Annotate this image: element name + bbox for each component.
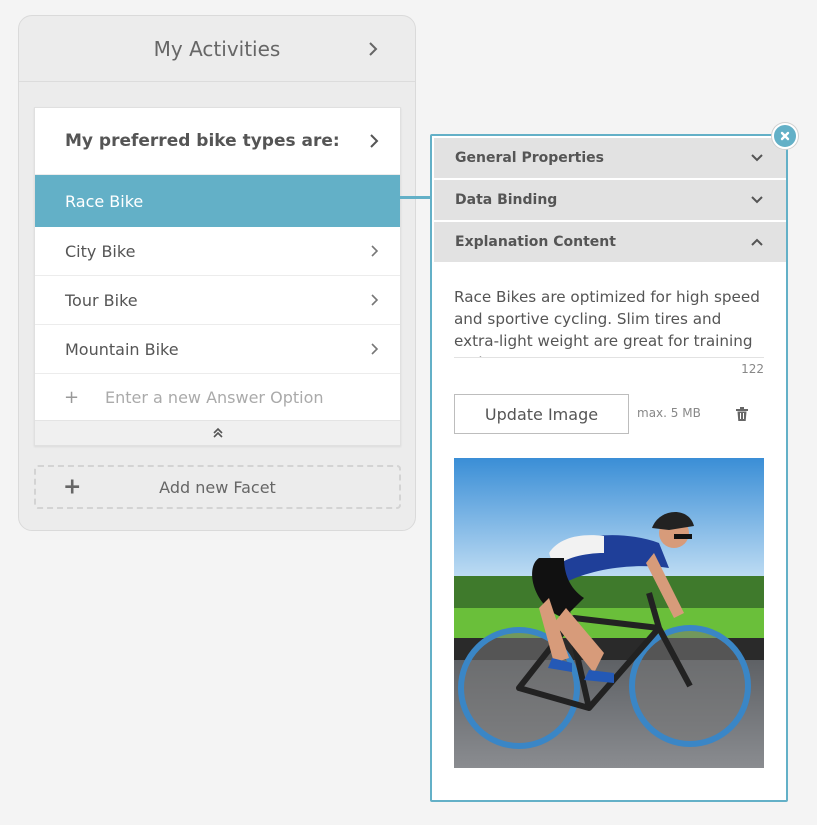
section-label: General Properties: [455, 150, 604, 166]
answer-option-label: Tour Bike: [65, 290, 138, 310]
double-chevron-up-icon: [212, 424, 224, 443]
answer-option-label: Race Bike: [65, 191, 144, 211]
activities-panel: My Activities My preferred bike types ar…: [18, 15, 416, 531]
section-general-properties[interactable]: General Properties: [434, 138, 786, 178]
activities-title: My Activities: [153, 36, 281, 61]
chevron-right-icon[interactable]: [368, 134, 380, 148]
section-label: Explanation Content: [455, 234, 616, 250]
add-facet-label: Add new Facet: [159, 477, 276, 497]
chevron-up-icon[interactable]: [750, 235, 764, 249]
answer-option-city-bike[interactable]: City Bike: [35, 227, 400, 276]
section-label: Data Binding: [455, 192, 558, 208]
close-button[interactable]: [772, 123, 798, 149]
answer-option-tour-bike[interactable]: Tour Bike: [35, 276, 400, 325]
chevron-down-icon[interactable]: [750, 151, 764, 165]
update-image-button[interactable]: Update Image: [454, 394, 629, 434]
section-explanation-content[interactable]: Explanation Content: [434, 222, 786, 262]
chevron-down-icon[interactable]: [750, 193, 764, 207]
section-data-binding[interactable]: Data Binding: [434, 180, 786, 220]
race-bike-image: [454, 458, 764, 768]
chevron-right-icon[interactable]: [368, 244, 380, 258]
plus-icon: +: [64, 386, 80, 408]
explanation-textarea[interactable]: Race Bikes are optimized for high speed …: [454, 286, 764, 358]
connector-line: [400, 196, 433, 199]
close-icon: [779, 127, 791, 146]
max-size-note: max. 5 MB: [637, 406, 701, 420]
chevron-right-icon[interactable]: [367, 41, 379, 56]
answer-option-race-bike[interactable]: Race Bike: [35, 175, 400, 227]
question-text: My preferred bike types are:: [65, 131, 340, 151]
collapse-button[interactable]: [35, 421, 400, 445]
answer-option-label: City Bike: [65, 241, 136, 261]
answer-option-label: Mountain Bike: [65, 339, 179, 359]
plus-icon: +: [63, 474, 82, 500]
chevron-right-icon[interactable]: [368, 293, 380, 307]
character-count: 122: [741, 362, 764, 376]
chevron-right-icon[interactable]: [368, 342, 380, 356]
new-answer-option-input[interactable]: + Enter a new Answer Option: [35, 374, 400, 421]
question-card: My preferred bike types are: Race Bike C…: [34, 107, 401, 446]
update-image-label: Update Image: [484, 404, 599, 424]
add-facet-button[interactable]: + Add new Facet: [34, 465, 401, 509]
question-row[interactable]: My preferred bike types are:: [35, 108, 400, 175]
activities-header[interactable]: My Activities: [19, 16, 415, 82]
trash-icon[interactable]: [736, 406, 748, 421]
answer-option-mountain-bike[interactable]: Mountain Bike: [35, 325, 400, 374]
new-answer-option-placeholder: Enter a new Answer Option: [105, 387, 324, 407]
